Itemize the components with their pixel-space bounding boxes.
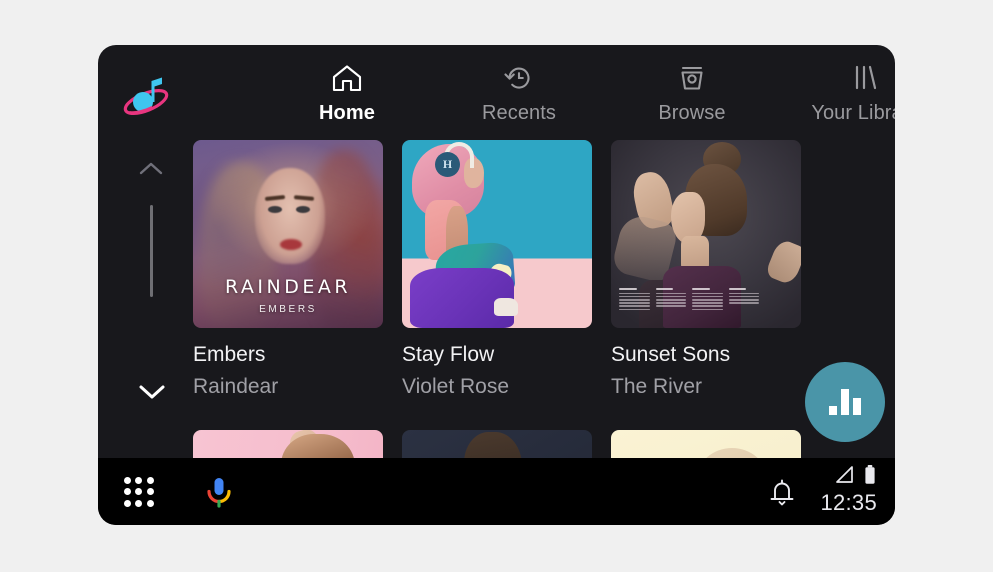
google-assistant-mic-icon[interactable] (202, 475, 236, 509)
artwork-credits-block (619, 288, 759, 320)
album-artist: Raindear (193, 375, 279, 398)
album-grid: RAINDEAR EMBERS Embers Raindear H Stay F… (193, 140, 895, 490)
status-icons-group (787, 464, 877, 491)
artwork-credits-column (692, 288, 723, 320)
album-artwork-stay-flow[interactable]: H (402, 140, 592, 328)
screenshot-root: Home Recents Browse Your Libr RAINDEAR E… (0, 0, 993, 572)
chevron-up-icon[interactable] (137, 159, 165, 179)
album-card[interactable]: H Stay Flow Violet Rose (402, 140, 592, 400)
system-status-bar: 12:35 (98, 458, 895, 525)
artwork-credits-column (728, 288, 759, 320)
nav-item-home[interactable]: Home (276, 61, 418, 133)
vertical-scrollbar[interactable] (128, 145, 174, 465)
home-icon (276, 61, 418, 95)
browse-icon (621, 61, 763, 95)
album-title: Embers (193, 343, 266, 366)
artwork-shape (268, 206, 282, 213)
nav-label-recents: Recents (481, 102, 557, 124)
library-icon (778, 61, 895, 95)
nav-item-your-library[interactable]: Your Library (778, 61, 895, 133)
artwork-subtitle-text: EMBERS (259, 304, 317, 315)
now-playing-fab-button[interactable] (805, 362, 885, 442)
artwork-shape (280, 239, 302, 250)
status-clock: 12:35 (820, 490, 877, 515)
signal-strength-icon (834, 465, 856, 490)
artwork-shape (764, 237, 801, 287)
nav-item-recents[interactable]: Recents (448, 61, 590, 133)
artwork-title-text: RAINDEAR (224, 276, 352, 298)
top-navigation-bar: Home Recents Browse Your Libr (98, 45, 895, 137)
artwork-logo-text: H (435, 152, 460, 177)
album-title: Stay Flow (402, 343, 495, 366)
artwork-credits-column (655, 288, 686, 320)
music-note-orbit-logo-icon[interactable] (120, 72, 172, 120)
nav-label-home: Home (319, 102, 375, 124)
app-window: Home Recents Browse Your Libr RAINDEAR E… (98, 45, 895, 525)
battery-full-icon (863, 464, 877, 491)
artwork-credits-column (619, 288, 650, 320)
album-card[interactable]: RAINDEAR EMBERS Embers Raindear (193, 140, 383, 400)
album-card[interactable]: Sunset Sons The River (611, 140, 801, 400)
nav-label-browse: Browse (658, 102, 726, 124)
artwork-shape (296, 206, 310, 213)
chevron-down-icon[interactable] (137, 380, 167, 402)
nav-label-your-library: Your Library (811, 102, 895, 124)
album-artwork-embers[interactable]: RAINDEAR EMBERS (193, 140, 383, 328)
nav-item-browse[interactable]: Browse (621, 61, 763, 133)
app-grid-icon[interactable] (124, 477, 154, 507)
album-artist: The River (611, 375, 703, 398)
equalizer-icon (829, 389, 861, 415)
status-right-cluster: 12:35 (787, 464, 877, 516)
album-title: Sunset Sons (611, 343, 731, 366)
album-artist: Violet Rose (402, 375, 510, 398)
album-artwork-sunset-sons[interactable] (611, 140, 801, 328)
artwork-shape (494, 298, 518, 316)
scrollbar-thumb[interactable] (150, 205, 153, 297)
history-icon (448, 61, 590, 95)
